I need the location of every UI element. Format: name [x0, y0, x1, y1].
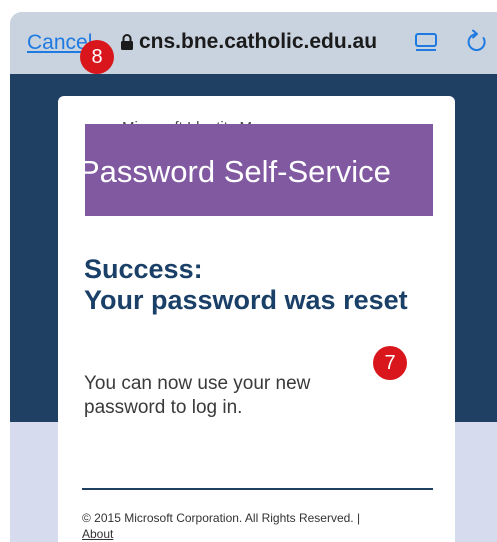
address-bar-url[interactable]: cns.bne.catholic.edu.au — [139, 30, 377, 54]
footer: © 2015 Microsoft Corporation. All Rights… — [82, 510, 422, 542]
copyright-text: © 2015 Microsoft Corporation. All Rights… — [82, 511, 361, 525]
footer-divider — [82, 488, 433, 490]
screenshot-frame: Cancel cns.bne.catholic.edu.au Microsoft… — [0, 0, 497, 542]
about-link[interactable]: About — [82, 527, 113, 541]
heading-line-1: Success: — [84, 254, 203, 284]
success-heading: Success: Your password was reset — [84, 254, 414, 316]
annotation-badge-8: 8 — [80, 40, 114, 74]
annotation-badge-7: 7 — [373, 346, 407, 380]
password-self-service-banner: Password Self-Service — [85, 124, 433, 216]
success-message: You can now use your new password to log… — [84, 373, 311, 418]
password-reset-card: Microsoft Identity Manager Password Self… — [58, 96, 455, 542]
lock-icon — [121, 34, 133, 50]
reader-mode-icon[interactable] — [414, 32, 438, 54]
reload-icon[interactable] — [465, 29, 489, 55]
banner-title: Password Self-Service — [85, 154, 391, 189]
browser-window: Cancel cns.bne.catholic.edu.au Microsoft… — [10, 12, 497, 542]
heading-line-2: Your password was reset — [84, 285, 408, 315]
